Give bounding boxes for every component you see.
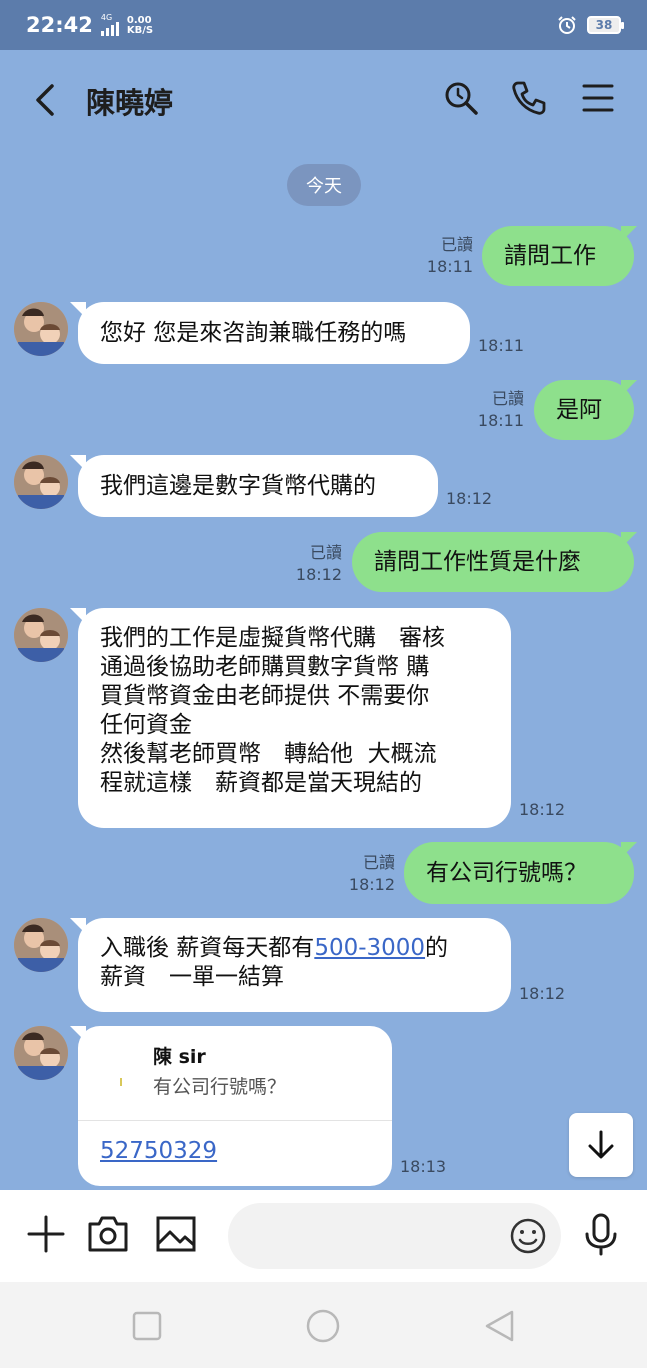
recent-apps-icon[interactable] — [129, 1308, 165, 1344]
avatar-image — [14, 302, 68, 356]
message-time: 18:12 — [519, 984, 566, 1003]
phone-icon[interactable] — [509, 78, 549, 118]
chat-header: 陳曉婷 — [0, 50, 647, 150]
message-time: 18:13 — [400, 1157, 447, 1176]
incoming-message-bubble[interactable]: 我們這邊是數字貨幣代購的 — [78, 455, 438, 517]
bubble-tail — [70, 608, 86, 624]
avatar[interactable] — [14, 918, 68, 972]
message-meta: 已讀 18:11 — [427, 234, 473, 278]
message-time: 18:12 — [446, 489, 493, 508]
menu-icon[interactable] — [578, 78, 618, 118]
message-time: 18:11 — [477, 411, 524, 430]
message-text: 有公司行號嗎？ — [426, 859, 587, 886]
battery-indicator: 38 — [587, 16, 624, 34]
speed-unit: KB/S — [126, 25, 154, 36]
avatar-image — [14, 1026, 68, 1080]
search-icon[interactable] — [441, 78, 481, 118]
bubble-tail — [70, 918, 86, 934]
salary-link[interactable]: 500-3000 — [314, 935, 425, 961]
message-line: 然後幫老師買幣 轉給他 大概流 — [100, 741, 437, 767]
chat-title: 陳曉婷 — [86, 86, 174, 120]
plus-icon[interactable] — [24, 1212, 68, 1256]
message-text: 您好 您是來咨詢兼職任務的嗎 — [100, 319, 407, 346]
reply-avatar-placeholder — [120, 1078, 122, 1086]
message-text: 請問工作 — [504, 242, 596, 269]
message-meta: 已讀 18:11 — [478, 388, 524, 432]
message-text: 入職後 薪資每天都有 — [100, 935, 315, 961]
status-bar: 22:42 4G 0.00 KB/S 38 — [0, 0, 647, 50]
camera-icon[interactable] — [86, 1212, 130, 1256]
scroll-to-bottom-button[interactable] — [569, 1113, 633, 1177]
battery-level: 38 — [595, 18, 613, 32]
message-line: 買貨幣資金由老師提供 不需要你 — [100, 683, 430, 709]
status-time: 22:42 — [26, 13, 93, 37]
message-time: 18:12 — [295, 565, 342, 584]
avatar-image — [14, 918, 68, 972]
message-text: 是阿 — [556, 396, 602, 423]
message-line: 入職後 薪資每天都有500-3000的 — [100, 934, 448, 963]
date-divider: 今天 — [287, 164, 361, 206]
message-meta: 已讀 18:12 — [349, 852, 395, 896]
reply-sender: 陳 sir — [153, 1046, 206, 1068]
message-text: 我們這邊是數字貨幣代購的 — [100, 472, 376, 499]
read-receipt: 已讀 — [491, 389, 524, 408]
phone-number-link[interactable]: 52750329 — [100, 1138, 217, 1164]
avatar[interactable] — [14, 455, 68, 509]
read-receipt: 已讀 — [309, 543, 342, 562]
incoming-message-bubble[interactable]: 我們的工作是虛擬貨幣代購 審核 通過後協助老師購買數字貨幣 購 買貨幣資金由老師… — [78, 608, 511, 828]
back-nav-icon[interactable] — [482, 1308, 518, 1344]
system-nav-bar — [0, 1282, 647, 1368]
outgoing-message-bubble[interactable]: 請問工作性質是什麼 — [352, 532, 634, 592]
read-receipt: 已讀 — [362, 853, 395, 872]
message-time: 18:12 — [519, 800, 566, 819]
message-line: 我們的工作是虛擬貨幣代購 審核 — [100, 625, 445, 651]
reply-quote: 有公司行號嗎？ — [153, 1076, 287, 1098]
message-time: 18:11 — [478, 336, 525, 355]
back-arrow-icon[interactable] — [28, 80, 64, 120]
message-input-bar — [0, 1190, 647, 1282]
read-receipt: 已讀 — [440, 235, 473, 254]
message-meta: 已讀 18:12 — [296, 542, 342, 586]
message-text: 的 — [425, 935, 449, 961]
microphone-icon[interactable] — [580, 1212, 622, 1256]
message-time: 18:12 — [348, 875, 395, 894]
signal-icon — [100, 22, 119, 36]
alarm-icon — [558, 16, 576, 34]
avatar[interactable] — [14, 302, 68, 356]
outgoing-message-bubble[interactable]: 有公司行號嗎？ — [404, 842, 634, 904]
outgoing-message-bubble[interactable]: 是阿 — [534, 380, 634, 440]
image-icon[interactable] — [154, 1212, 198, 1256]
reply-message-card[interactable]: 陳 sir 有公司行號嗎？ 52750329 — [78, 1026, 392, 1186]
outgoing-message-bubble[interactable]: 請問工作 — [482, 226, 634, 286]
incoming-message-bubble[interactable]: 您好 您是來咨詢兼職任務的嗎 — [78, 302, 470, 364]
emoji-icon[interactable] — [508, 1216, 548, 1256]
message-text: 請問工作性質是什麼 — [374, 548, 581, 575]
divider — [78, 1120, 392, 1121]
message-line: 通過後協助老師購買數字貨幣 購 — [100, 654, 430, 680]
home-icon[interactable] — [305, 1308, 341, 1344]
network-type: 4G — [100, 13, 113, 22]
message-time: 18:11 — [426, 257, 473, 276]
message-line: 程就這樣 薪資都是當天現結的 — [100, 770, 422, 796]
message-line: 任何資金 — [100, 712, 192, 738]
network-indicator: 4G 0.00 KB/S — [100, 13, 153, 36]
avatar[interactable] — [14, 608, 68, 662]
avatar-image — [14, 608, 68, 662]
incoming-message-bubble[interactable]: 入職後 薪資每天都有500-3000的 薪資 一單一結算 — [78, 918, 511, 1012]
avatar[interactable] — [14, 1026, 68, 1080]
message-line: 薪資 一單一結算 — [100, 964, 284, 990]
avatar-image — [14, 455, 68, 509]
network-speed: 0.00 KB/S — [127, 16, 153, 36]
bubble-tail — [70, 1026, 86, 1042]
arrow-down-icon — [588, 1130, 614, 1159]
